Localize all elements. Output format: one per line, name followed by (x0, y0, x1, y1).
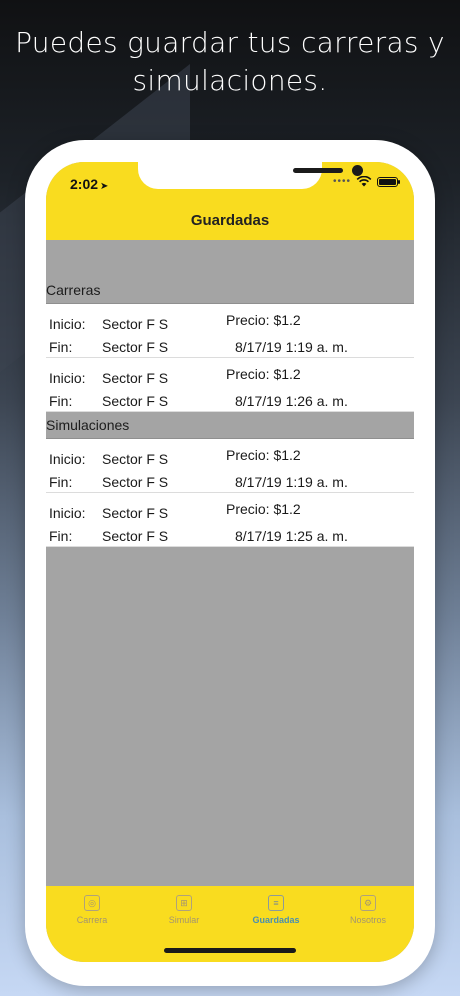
end-value: Sector F S (102, 393, 169, 409)
saved-simulation-row[interactable]: Inicio: Sector F S Fin: Sector F S Preci… (46, 439, 414, 493)
start-label: Inicio: (49, 505, 86, 521)
saved-list[interactable]: Carreras Inicio: Sector F S Fin: Sector … (46, 240, 414, 547)
status-icons: •••• (332, 176, 400, 187)
battery-icon (377, 176, 400, 187)
section-header-simulaciones: Simulaciones (46, 412, 414, 439)
start-label: Inicio: (49, 370, 86, 386)
speaker-grille (293, 168, 343, 173)
saved-simulation-row[interactable]: Inicio: Sector F S Fin: Sector F S Preci… (46, 493, 414, 547)
tab-label: Guardadas (252, 915, 300, 925)
tab-label: Nosotros (349, 915, 386, 925)
saved-trip-row[interactable]: Inicio: Sector F S Fin: Sector F S Preci… (46, 304, 414, 358)
home-indicator[interactable] (164, 948, 296, 953)
meter-icon: ◎ (84, 895, 100, 911)
date-text: 8/17/19 1:25 a. m. (235, 528, 348, 544)
page-title: Guardadas (190, 212, 270, 229)
status-time-text: 2:02 (70, 176, 99, 192)
tab-label: Simular (168, 915, 200, 925)
headline-line-2: simulaciones. (132, 64, 328, 97)
start-value: Sector F S (102, 505, 169, 521)
promo-headline: Puedes guardar tus carreras y simulacion… (0, 24, 460, 100)
headline-line-1: Puedes guardar tus carreras y (15, 26, 445, 59)
wifi-icon (356, 176, 372, 187)
price-text: Precio: $1.2 (226, 366, 301, 382)
end-value: Sector F S (102, 339, 169, 355)
end-label: Fin: (49, 474, 73, 490)
phone-screen: 2:02 ➤ •••• Guardadas Carreras Inicio: Se… (46, 162, 414, 962)
tab-label: Carrera (76, 915, 108, 925)
front-camera (352, 165, 363, 176)
date-text: 8/17/19 1:19 a. m. (235, 474, 348, 490)
navigation-bar: 2:02 ➤ •••• Guardadas (46, 162, 414, 240)
tab-carrera[interactable]: ◎ Carrera (46, 886, 138, 962)
end-value: Sector F S (102, 474, 169, 490)
document-icon: ≡ (268, 895, 284, 911)
date-text: 8/17/19 1:26 a. m. (235, 393, 348, 409)
start-value: Sector F S (102, 370, 169, 386)
price-text: Precio: $1.2 (226, 501, 301, 517)
end-label: Fin: (49, 339, 73, 355)
start-value: Sector F S (102, 316, 169, 332)
end-label: Fin: (49, 393, 73, 409)
list-top-spacer (46, 240, 414, 277)
price-text: Precio: $1.2 (226, 447, 301, 463)
location-arrow-icon: ➤ (100, 181, 109, 192)
signal-icon: •••• (332, 176, 351, 187)
date-text: 8/17/19 1:19 a. m. (235, 339, 348, 355)
start-value: Sector F S (102, 451, 169, 467)
start-label: Inicio: (49, 316, 86, 332)
gear-icon: ⚙ (360, 895, 376, 911)
price-text: Precio: $1.2 (226, 312, 301, 328)
saved-trip-row[interactable]: Inicio: Sector F S Fin: Sector F S Preci… (46, 358, 414, 412)
end-value: Sector F S (102, 528, 169, 544)
section-header-carreras: Carreras (46, 277, 414, 304)
status-time: 2:02 ➤ (70, 176, 108, 192)
device-notch (138, 162, 363, 189)
calculator-icon: ⊞ (176, 895, 192, 911)
tab-nosotros[interactable]: ⚙ Nosotros (322, 886, 414, 962)
start-label: Inicio: (49, 451, 86, 467)
end-label: Fin: (49, 528, 73, 544)
